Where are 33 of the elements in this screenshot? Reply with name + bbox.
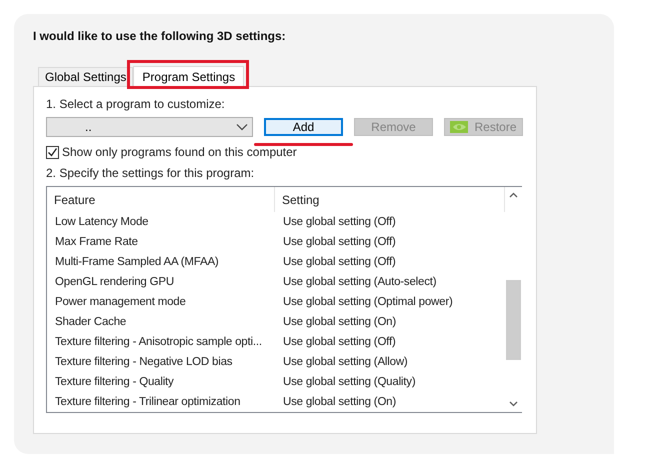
checkbox[interactable] — [46, 146, 59, 158]
column-header[interactable]: Feature — [47, 187, 275, 212]
field-label: 2. Specify the settings for this program: — [46, 166, 254, 180]
setting-cell-text: Use global setting (On) — [282, 396, 398, 408]
eye-logo-icon — [450, 121, 468, 133]
tab[interactable]: Global Settings — [38, 67, 134, 86]
feature-cell-text: Low Latency Mode — [54, 216, 150, 228]
checkbox-label[interactable]: Show only programs found on this computer — [62, 145, 297, 159]
feature-cell-text: OpenGL rendering GPU — [54, 276, 175, 288]
feature-cell-text: Texture filtering - Negative LOD bias — [54, 356, 234, 368]
setting-cell-text: Use global setting (Off) — [282, 236, 397, 248]
field-label: 1. Select a program to customize: — [46, 97, 225, 111]
feature-cell-text: Multi-Frame Sampled AA (MFAA) — [54, 256, 220, 268]
setting-cell-text: Use global setting (Off) — [282, 216, 397, 228]
setting-cell-text: Use global setting (Auto-select) — [282, 276, 438, 288]
setting-cell-text: Use global setting (Quality) — [282, 376, 416, 388]
feature-cell-text: Shader Cache — [54, 316, 128, 328]
setting-cell-text: Use global setting (Off) — [282, 336, 397, 348]
setting-cell-text: Use global setting (Optimal power) — [282, 296, 454, 308]
setting-cell-text: Use global setting (Allow) — [282, 356, 409, 368]
feature-cell-text: Texture filtering - Trilinear optimization — [54, 396, 242, 408]
feature-cell-text: Texture filtering - Anisotropic sample opti... — [54, 336, 263, 348]
feature-cell-text: Power management mode — [54, 296, 187, 308]
action-button[interactable]: Add — [264, 118, 343, 136]
feature-cell-text: Max Frame Rate — [54, 236, 139, 248]
caret-icon — [236, 123, 248, 131]
feature-cell-text: Texture filtering - Quality — [54, 376, 175, 388]
setting-cell-text: Use global setting (Off) — [282, 256, 397, 268]
scroll-thumb[interactable] — [506, 280, 521, 360]
tab[interactable]: Program Settings — [133, 66, 244, 87]
section-heading: I would like to use the following 3D settings: — [33, 29, 286, 43]
program-dropdown[interactable]: .. — [46, 117, 253, 137]
setting-cell-text: Use global setting (On) — [282, 316, 398, 328]
